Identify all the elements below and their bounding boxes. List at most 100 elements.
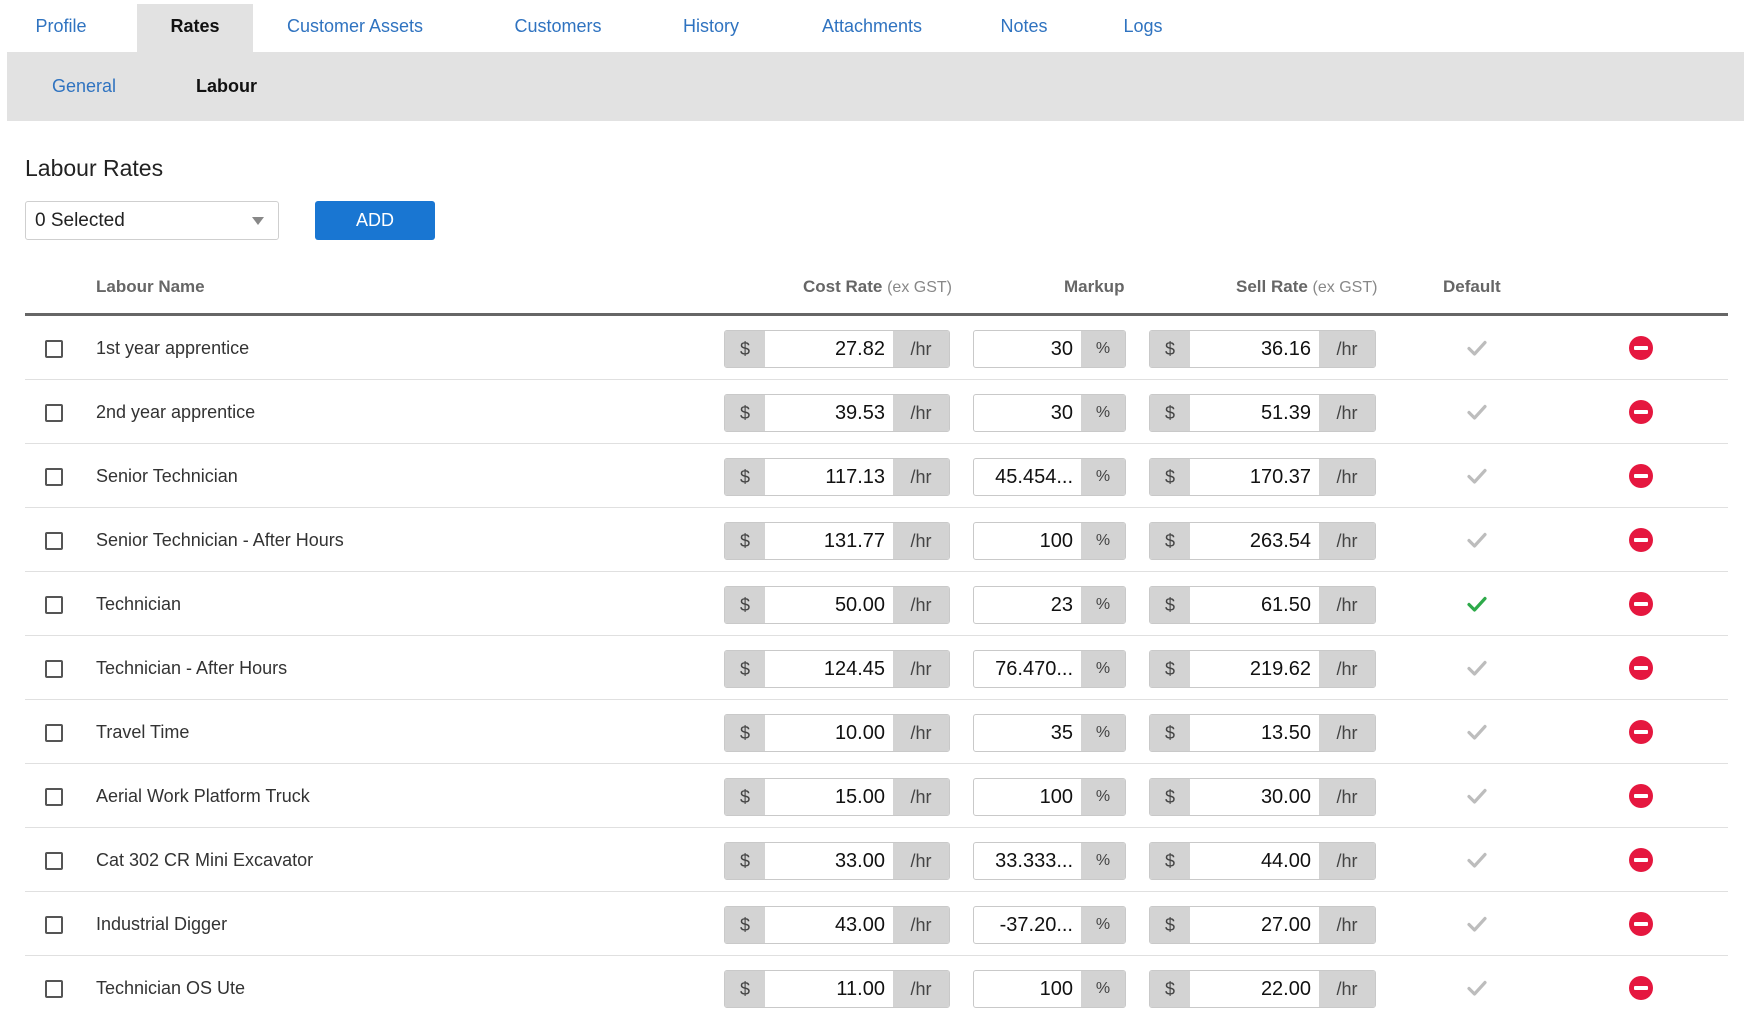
labour-select-dropdown[interactable]: 0 Selected (25, 201, 279, 240)
row-checkbox[interactable] (45, 340, 63, 358)
currency-prefix: $ (725, 459, 765, 495)
currency-prefix: $ (725, 715, 765, 751)
rate-unit-suffix: /hr (893, 587, 949, 623)
markup-input[interactable]: 100 (974, 971, 1081, 1007)
markup-input[interactable]: 100 (974, 523, 1081, 559)
sell-rate-input[interactable]: 27.00 (1190, 907, 1319, 943)
default-check-icon[interactable] (1465, 528, 1489, 552)
cost-rate-input[interactable]: 39.53 (765, 395, 893, 431)
row-checkbox[interactable] (45, 468, 63, 486)
rate-unit-suffix: /hr (1319, 779, 1375, 815)
table-row: 1st year apprentice $27.82/hr 30% $36.16/hr (25, 316, 1728, 380)
default-check-icon[interactable] (1465, 336, 1489, 360)
row-checkbox[interactable] (45, 660, 63, 678)
markup-input[interactable]: 35 (974, 715, 1081, 751)
row-checkbox[interactable] (45, 916, 63, 934)
labour-name: Senior Technician - After Hours (96, 530, 344, 550)
header-markup: Markup (1064, 277, 1125, 296)
row-checkbox[interactable] (45, 596, 63, 614)
subtab-labour[interactable]: Labour (196, 52, 257, 121)
row-checkbox[interactable] (45, 788, 63, 806)
sell-rate-input[interactable]: 61.50 (1190, 587, 1319, 623)
sell-rate-input[interactable]: 44.00 (1190, 843, 1319, 879)
remove-icon[interactable] (1629, 784, 1653, 808)
cost-rate-input[interactable]: 50.00 (765, 587, 893, 623)
sell-rate-field: $30.00/hr (1149, 778, 1376, 816)
default-check-icon[interactable] (1465, 592, 1489, 616)
markup-input[interactable]: 30 (974, 331, 1081, 367)
sell-rate-input[interactable]: 36.16 (1190, 331, 1319, 367)
sell-rate-input[interactable]: 263.54 (1190, 523, 1319, 559)
sell-rate-input[interactable]: 51.39 (1190, 395, 1319, 431)
currency-prefix: $ (725, 587, 765, 623)
remove-icon[interactable] (1629, 464, 1653, 488)
default-check-icon[interactable] (1465, 720, 1489, 744)
header-sell-rate: Sell Rate (ex GST) (1236, 276, 1377, 299)
add-button[interactable]: ADD (315, 201, 435, 240)
remove-icon[interactable] (1629, 912, 1653, 936)
tab-customer-assets[interactable]: Customer Assets (277, 4, 433, 52)
markup-input[interactable]: 30 (974, 395, 1081, 431)
cost-rate-input[interactable]: 33.00 (765, 843, 893, 879)
sell-rate-input[interactable]: 30.00 (1190, 779, 1319, 815)
remove-icon[interactable] (1629, 336, 1653, 360)
cost-rate-input[interactable]: 10.00 (765, 715, 893, 751)
remove-icon[interactable] (1629, 592, 1653, 616)
sell-rate-input[interactable]: 13.50 (1190, 715, 1319, 751)
tab-customers[interactable]: Customers (503, 4, 613, 52)
remove-icon[interactable] (1629, 720, 1653, 744)
remove-icon[interactable] (1629, 400, 1653, 424)
tab-history[interactable]: History (671, 4, 751, 52)
cost-rate-input[interactable]: 117.13 (765, 459, 893, 495)
markup-input[interactable]: 23 (974, 587, 1081, 623)
header-default: Default (1443, 277, 1501, 296)
currency-prefix: $ (1150, 331, 1190, 367)
percent-suffix: % (1081, 459, 1125, 495)
currency-prefix: $ (1150, 395, 1190, 431)
tab-notes[interactable]: Notes (989, 4, 1059, 52)
tab-attachments[interactable]: Attachments (807, 4, 937, 52)
tab-logs[interactable]: Logs (1113, 4, 1173, 52)
tab-profile[interactable]: Profile (7, 4, 115, 52)
percent-suffix: % (1081, 395, 1125, 431)
row-checkbox[interactable] (45, 724, 63, 742)
subtab-general[interactable]: General (52, 52, 116, 121)
cost-rate-input[interactable]: 131.77 (765, 523, 893, 559)
default-check-icon[interactable] (1465, 848, 1489, 872)
sell-rate-field: $51.39/hr (1149, 394, 1376, 432)
cost-rate-input[interactable]: 43.00 (765, 907, 893, 943)
remove-icon[interactable] (1629, 528, 1653, 552)
cost-rate-field: $124.45/hr (724, 650, 950, 688)
cost-rate-input[interactable]: 11.00 (765, 971, 893, 1007)
default-check-icon[interactable] (1465, 912, 1489, 936)
default-check-icon[interactable] (1465, 656, 1489, 680)
default-check-icon[interactable] (1465, 784, 1489, 808)
markup-input[interactable]: -37.20... (974, 907, 1081, 943)
row-checkbox[interactable] (45, 404, 63, 422)
sell-rate-field: $44.00/hr (1149, 842, 1376, 880)
remove-icon[interactable] (1629, 656, 1653, 680)
remove-icon[interactable] (1629, 976, 1653, 1000)
markup-input[interactable]: 100 (974, 779, 1081, 815)
markup-input[interactable]: 76.470... (974, 651, 1081, 687)
sell-rate-input[interactable]: 219.62 (1190, 651, 1319, 687)
sell-rate-input[interactable]: 22.00 (1190, 971, 1319, 1007)
default-check-icon[interactable] (1465, 976, 1489, 1000)
markup-input[interactable]: 45.454... (974, 459, 1081, 495)
markup-field: 33.333...% (973, 842, 1126, 880)
labour-name: Aerial Work Platform Truck (96, 786, 310, 806)
cost-rate-input[interactable]: 27.82 (765, 331, 893, 367)
cost-rate-input[interactable]: 15.00 (765, 779, 893, 815)
cost-rate-field: $27.82/hr (724, 330, 950, 368)
row-checkbox[interactable] (45, 532, 63, 550)
sell-rate-input[interactable]: 170.37 (1190, 459, 1319, 495)
cost-rate-input[interactable]: 124.45 (765, 651, 893, 687)
tab-rates[interactable]: Rates (137, 4, 253, 52)
row-checkbox[interactable] (45, 980, 63, 998)
default-check-icon[interactable] (1465, 464, 1489, 488)
rate-unit-suffix: /hr (1319, 523, 1375, 559)
default-check-icon[interactable] (1465, 400, 1489, 424)
row-checkbox[interactable] (45, 852, 63, 870)
remove-icon[interactable] (1629, 848, 1653, 872)
markup-input[interactable]: 33.333... (974, 843, 1081, 879)
